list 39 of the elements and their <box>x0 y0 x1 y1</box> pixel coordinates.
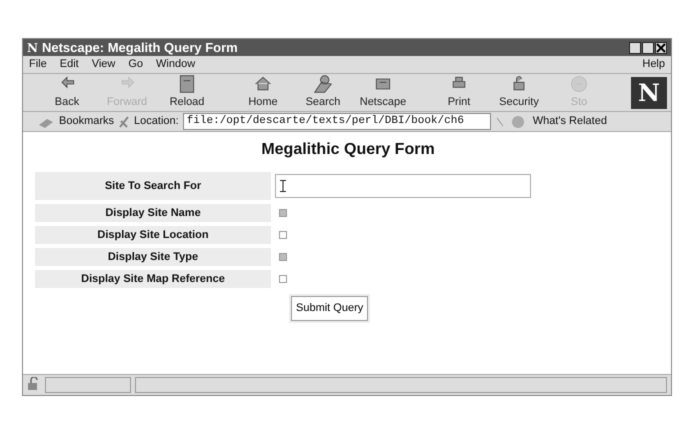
whats-related-button[interactable]: What's Related <box>532 113 607 130</box>
toolbar-button[interactable]: Search <box>293 74 353 111</box>
url-field[interactable]: file:/opt/descarte/texts/perl/DBI/book/ch6 <box>182 113 491 130</box>
form-label: Display Site Location <box>35 226 271 244</box>
reload-icon <box>177 74 197 94</box>
text-cursor-icon <box>280 180 286 192</box>
window-title: Netscape: Megalith Query Form <box>42 39 238 57</box>
toolbar-button[interactable]: Netscape <box>353 74 413 111</box>
toolbar-button[interactable]: Home <box>233 74 293 111</box>
netscape-logo-icon: N <box>27 39 38 56</box>
minimize-button[interactable] <box>629 42 641 54</box>
toolbar-button[interactable]: Security <box>489 74 549 111</box>
stop-icon <box>569 74 589 94</box>
form-label: Display Site Map Reference <box>35 270 271 288</box>
search-field[interactable] <box>275 174 531 198</box>
form-label: Site To Search For <box>35 172 271 200</box>
menu-item[interactable]: View <box>92 56 116 73</box>
location-label: Location: <box>134 114 179 130</box>
menu-item[interactable]: Go <box>128 56 144 73</box>
menu-item[interactable]: Window <box>156 56 196 73</box>
toolbar-button[interactable]: Reload <box>157 74 217 111</box>
form-label: Display Site Name <box>35 204 271 222</box>
bookmarks-button[interactable]: Bookmarks <box>59 113 114 130</box>
menu-item[interactable]: Edit <box>60 56 79 73</box>
maximize-button[interactable] <box>642 42 654 54</box>
toolbar-button[interactable]: Print <box>429 74 489 111</box>
page-heading: Megalithic Query Form <box>260 140 436 160</box>
menu-item[interactable]: Help <box>642 56 665 73</box>
search-icon <box>313 74 333 94</box>
checkbox[interactable] <box>279 231 287 239</box>
checkbox[interactable] <box>279 253 287 261</box>
submit-button[interactable]: Submit Query <box>291 296 368 320</box>
close-button[interactable] <box>655 42 667 54</box>
checkbox[interactable] <box>279 275 287 283</box>
menu-item[interactable]: File <box>29 56 47 73</box>
toolbar-button[interactable]: Back <box>37 74 97 111</box>
form-label: Display Site Type <box>35 248 271 266</box>
netscape-logo: N <box>631 76 667 108</box>
checkbox[interactable] <box>279 209 287 217</box>
